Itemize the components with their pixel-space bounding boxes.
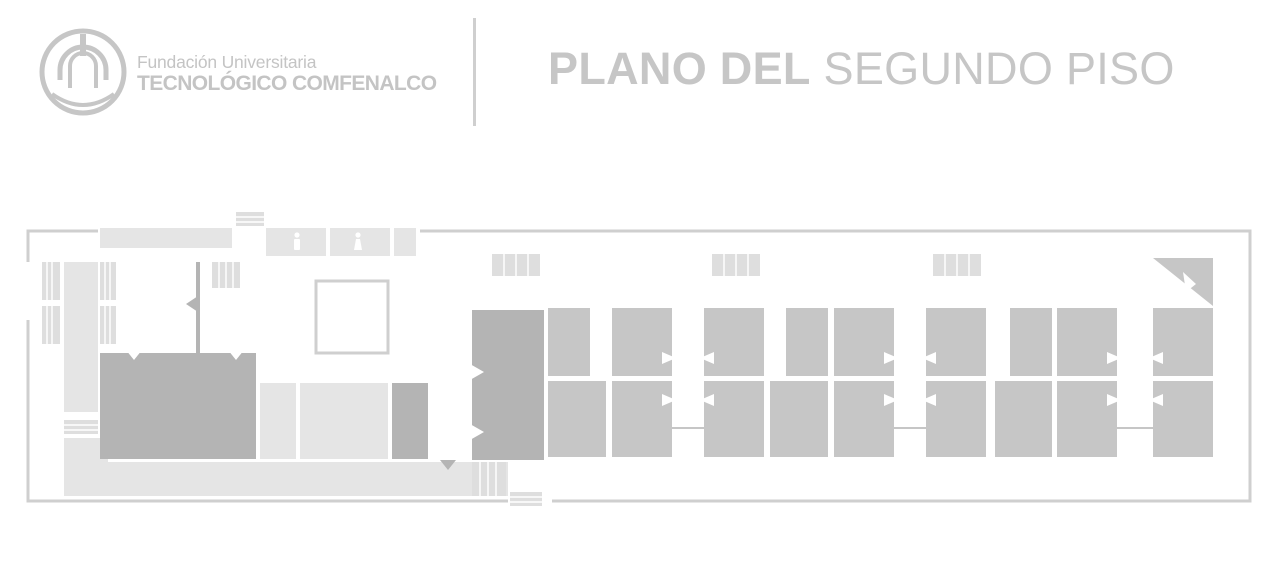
room-small-light-a <box>260 383 296 459</box>
restrooms <box>266 228 416 256</box>
room-large-left <box>100 353 256 459</box>
classrooms-row-bottom <box>548 381 1213 457</box>
floor-plan <box>26 212 1252 506</box>
man-icon <box>294 232 300 250</box>
room-small-light-b <box>300 383 388 459</box>
room-tall-dark <box>472 310 544 460</box>
light-well <box>314 279 390 355</box>
classrooms-row-top <box>548 308 1213 376</box>
stairs-icon-right <box>1153 258 1213 306</box>
room-small-dark <box>392 383 428 459</box>
